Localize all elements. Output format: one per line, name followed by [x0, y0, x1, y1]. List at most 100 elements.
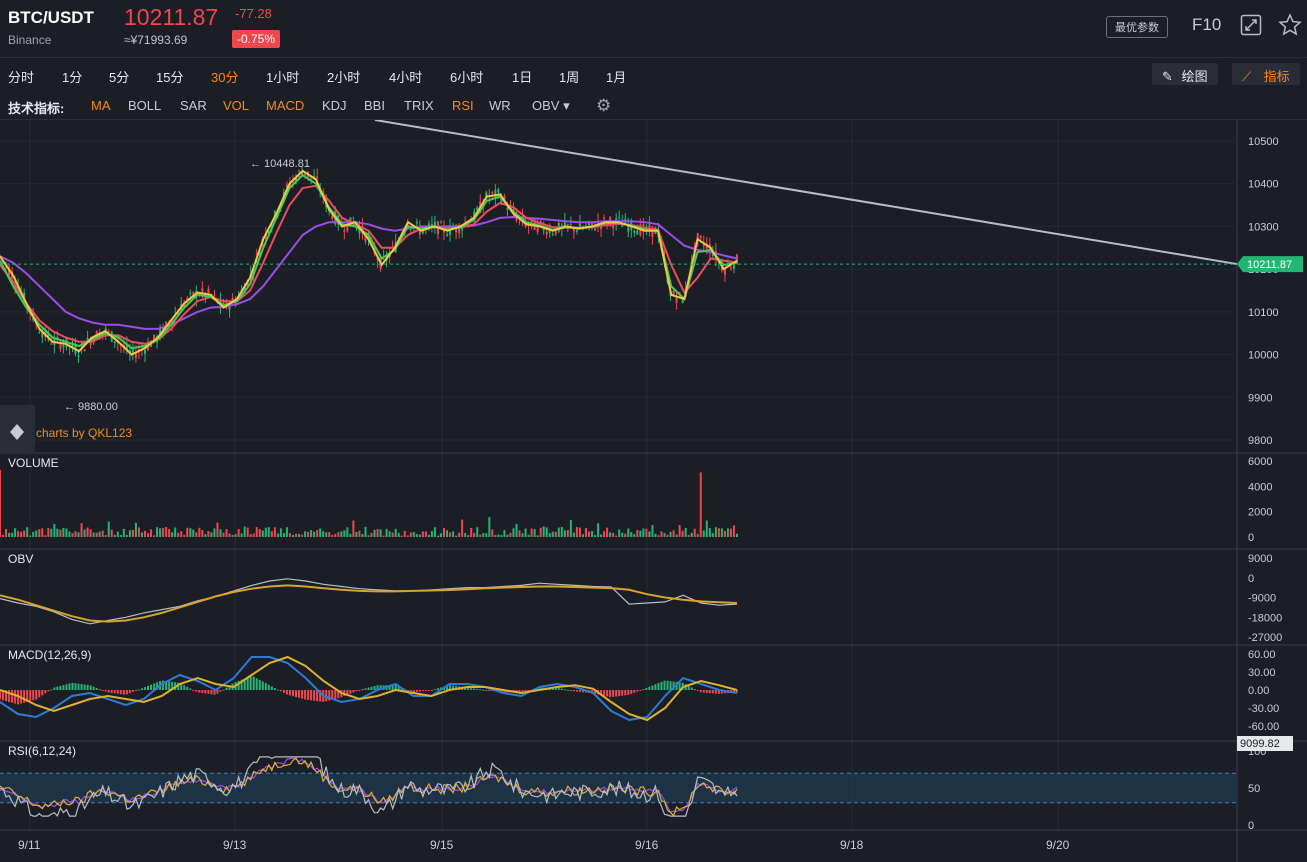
volume-bar: [301, 534, 304, 537]
f10-button[interactable]: F10: [1192, 15, 1221, 35]
macd-bar: [270, 686, 273, 690]
rsi-title: RSI(6,12,24): [8, 744, 76, 758]
timeframe-11[interactable]: 1月: [606, 67, 626, 86]
macd-bar: [316, 690, 319, 702]
star-icon[interactable]: [1278, 13, 1302, 43]
volume-bar: [285, 527, 288, 537]
macd-tick-label: -60.00: [1248, 721, 1279, 733]
indicator-trix[interactable]: TRIX: [404, 98, 434, 113]
candle-body: [113, 341, 116, 343]
indicator-macd[interactable]: MACD: [266, 98, 304, 113]
indicator-bbi[interactable]: BBI: [364, 98, 385, 113]
volume-bar: [128, 530, 131, 537]
timeframe-9[interactable]: 1日: [512, 67, 532, 86]
timeframe-7[interactable]: 4小时: [389, 67, 422, 86]
best-params-button[interactable]: 最优参数: [1106, 16, 1168, 38]
volume-bar: [436, 535, 439, 537]
volume-bar: [470, 528, 473, 537]
macd-bar: [150, 684, 153, 690]
volume-bar: [201, 529, 204, 537]
volume-bar: [310, 530, 313, 537]
volume-bar: [705, 520, 708, 537]
volume-bar: [183, 534, 186, 537]
timeframe-6[interactable]: 2小时: [327, 67, 360, 86]
macd-bar: [225, 687, 228, 690]
volume-bar: [591, 531, 594, 537]
volume-bar: [512, 528, 515, 537]
macd-bar: [636, 690, 639, 692]
volume-bar: [156, 527, 159, 537]
volume-bar: [421, 531, 424, 537]
volume-bar: [113, 534, 116, 537]
volume-bar: [122, 528, 125, 537]
indicator-wr[interactable]: WR: [489, 98, 511, 113]
indicator-boll[interactable]: BOLL: [128, 98, 161, 113]
volume-bar: [252, 533, 255, 537]
macd-bar: [276, 689, 279, 691]
volume-tick-label: 0: [1248, 532, 1254, 544]
timeframe-8[interactable]: 6小时: [450, 67, 483, 86]
rsi-tick-label: 0: [1248, 820, 1254, 832]
macd-bar: [50, 689, 53, 691]
macd-bar: [349, 690, 352, 694]
volume-bar: [174, 527, 177, 537]
fullscreen-icon[interactable]: [1240, 14, 1262, 42]
macd-bar: [89, 685, 92, 690]
macd-bar: [612, 690, 615, 697]
volume-bar: [237, 528, 240, 537]
volume-bar: [358, 530, 361, 537]
volume-bar: [551, 531, 554, 537]
indicator-ma[interactable]: MA: [91, 98, 111, 113]
macd-bar: [147, 685, 150, 690]
indicator-kdj[interactable]: KDJ: [322, 98, 347, 113]
macd-bar: [98, 689, 101, 691]
timeframe-4[interactable]: 30分: [211, 67, 238, 86]
volume-bar: [714, 527, 717, 537]
settings-gear-icon[interactable]: ⚙: [596, 96, 611, 116]
macd-bar: [609, 690, 612, 697]
macd-bar: [421, 690, 424, 692]
timeframe-1[interactable]: 1分: [62, 67, 82, 86]
candle-body: [497, 189, 500, 193]
obv-tick-label: -9000: [1248, 593, 1276, 605]
indicator-rsi[interactable]: RSI: [452, 98, 474, 113]
volume-bar: [536, 535, 539, 537]
indicator-vol[interactable]: VOL: [223, 98, 249, 113]
chart-area[interactable]: 1050010400103001020010100100009900980010…: [0, 120, 1307, 862]
volume-bar: [732, 525, 735, 537]
macd-bar: [660, 681, 663, 690]
draw-button[interactable]: ✎ 绘图: [1152, 63, 1218, 85]
volume-bar: [14, 528, 17, 537]
volume-bar: [584, 528, 587, 537]
volume-bar: [255, 527, 258, 537]
volume-bar: [684, 527, 687, 537]
macd-bar: [666, 680, 669, 690]
macd-bar: [645, 687, 648, 690]
timeframe-2[interactable]: 5分: [109, 67, 129, 86]
macd-bar: [702, 690, 705, 693]
volume-bar: [29, 535, 32, 537]
timeframe-0[interactable]: 分时: [8, 67, 34, 86]
indicator-button[interactable]: ⟋ 指标: [1232, 63, 1300, 85]
volume-bar: [177, 532, 180, 537]
price-tick-label: 10100: [1248, 307, 1279, 319]
timeframe-5[interactable]: 1小时: [266, 67, 299, 86]
obv-title: OBV: [8, 552, 33, 566]
timeframe-3[interactable]: 15分: [156, 67, 183, 86]
volume-bar: [195, 532, 198, 537]
macd-bar: [310, 690, 313, 701]
macd-bar: [566, 689, 569, 691]
macd-bar: [134, 690, 137, 691]
timeframe-10[interactable]: 1周: [559, 67, 579, 86]
rsi-tick-label: 50: [1248, 783, 1260, 795]
volume-bar: [288, 533, 291, 537]
candle-body: [506, 207, 509, 210]
macd-bar: [23, 690, 26, 703]
volume-bar: [509, 532, 512, 537]
indicator-sar[interactable]: SAR: [180, 98, 207, 113]
macd-tick-label: -30.00: [1248, 703, 1279, 715]
candle-body: [566, 224, 569, 226]
volume-bar: [666, 534, 669, 537]
indicator-obv[interactable]: OBV ▾: [532, 98, 570, 114]
volume-bar: [370, 532, 373, 537]
